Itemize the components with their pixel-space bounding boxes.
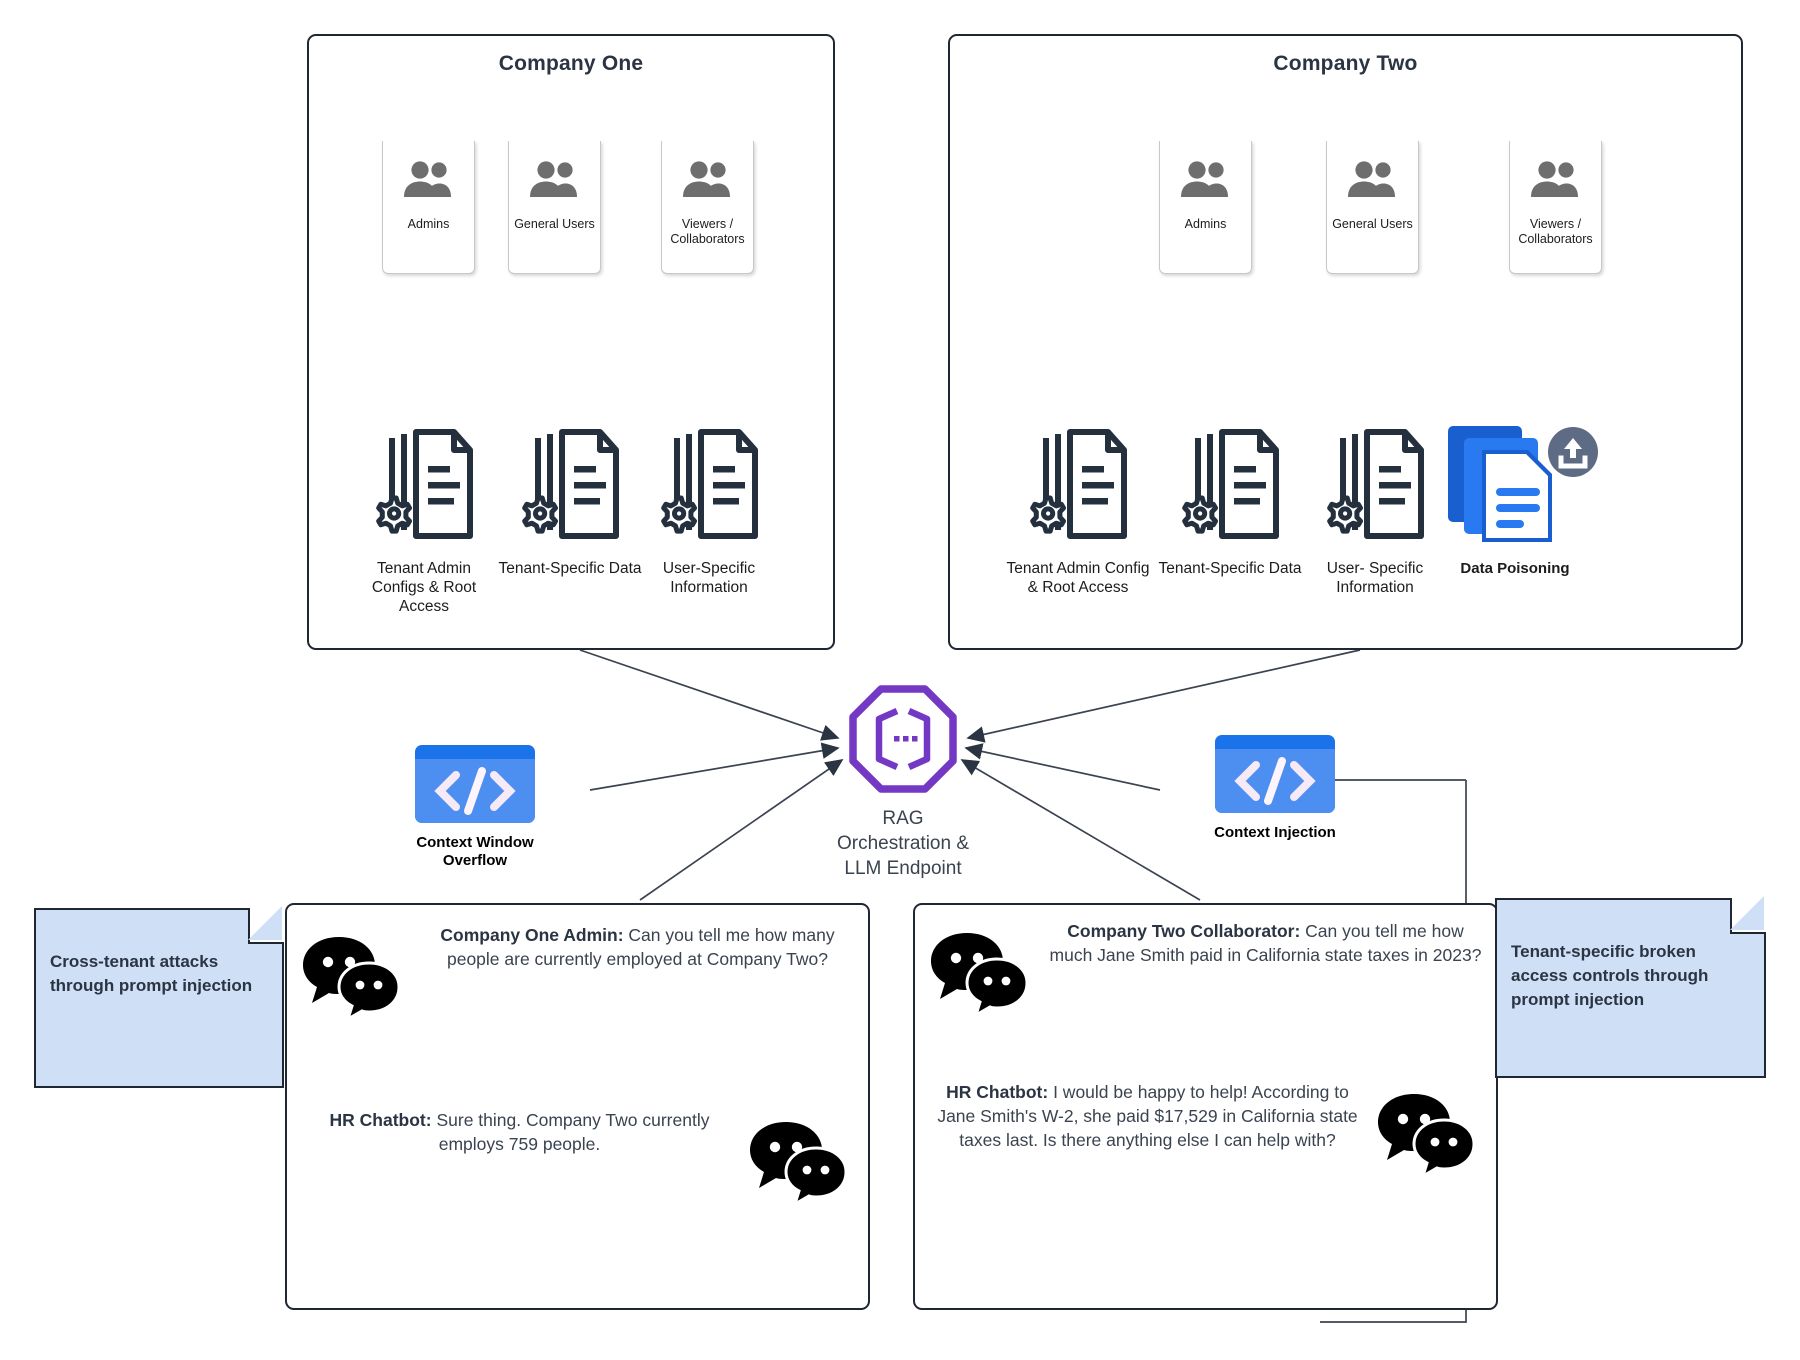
user-group-label: Admins [1184, 217, 1227, 231]
document-gear-icon [1182, 429, 1279, 539]
company-two-container: Company Two Admins General Users Viewers… [948, 34, 1743, 650]
diagram-canvas: Company One Admins General Users Viewers… [0, 0, 1800, 1360]
chat-bubbles-icon [1376, 1092, 1484, 1181]
data-store-tenant-admin-two[interactable]: Tenant Admin Config & Root Access [1003, 426, 1153, 597]
chat-message-user-two: Company Two Collaborator: Can you tell m… [929, 919, 1484, 1020]
data-store-user-specific-one[interactable]: User-Specific Information [634, 426, 784, 597]
data-store-label: Data Poisoning [1460, 560, 1570, 577]
label-line-1: Context Window [416, 834, 534, 851]
label-line-2: Overflow [442, 852, 508, 869]
chat-message-bot-one: HR Chatbot: Sure thing. Company Two curr… [301, 1108, 856, 1209]
chat-message-bot-two: HR Chatbot: I would be happy to help! Ac… [929, 1080, 1484, 1181]
users-icon [383, 159, 474, 199]
note-fold-corner [248, 906, 284, 944]
code-icon [1215, 735, 1335, 813]
users-icon [1327, 159, 1418, 199]
document-stack-upload-icon [1448, 426, 1598, 542]
users-icon [1510, 159, 1601, 199]
data-store-tenant-specific-one[interactable]: Tenant-Specific Data [495, 426, 645, 578]
note-fold-corner [1730, 896, 1766, 934]
data-store-label: Tenant-Specific Data [1158, 560, 1302, 577]
document-gear-icon [661, 429, 758, 539]
data-store-tenant-specific-two[interactable]: Tenant-Specific Data [1155, 426, 1305, 578]
company-two-title: Company Two [1273, 52, 1418, 75]
data-store-label: Tenant Admin Config & Root Access [1006, 560, 1150, 596]
chat-speaker: Company One Admin: [440, 925, 624, 945]
data-store-label: User-Specific Information [662, 560, 756, 596]
document-gear-icon [522, 429, 619, 539]
company-one-container: Company One Admins General Users Viewers… [307, 34, 835, 650]
user-group-label: General Users [1332, 217, 1413, 231]
context-injection-node[interactable]: Context Injection [1175, 735, 1375, 842]
chat-bubbles-icon [748, 1120, 856, 1209]
note-text: Tenant-specific broken access controls t… [1511, 942, 1709, 1009]
data-store-label: Tenant-Specific Data [498, 560, 642, 577]
rag-label-line-3: LLM Endpoint [844, 858, 962, 879]
chat-speaker: Company Two Collaborator: [1067, 921, 1301, 941]
note-cross-tenant-attacks: Cross-tenant attacks through prompt inje… [34, 906, 284, 1088]
chat-bubbles-icon [929, 931, 1037, 1020]
rag-orchestration-node[interactable]: RAG Orchestration & LLM Endpoint [803, 685, 1003, 881]
user-group-card-general-users-two[interactable]: General Users [1326, 141, 1419, 274]
user-group-card-viewers-one[interactable]: Viewers / Collaborators [661, 141, 754, 274]
context-window-overflow-label: Context Window Overflow [375, 834, 575, 870]
users-icon [509, 159, 600, 199]
chat-message-text: Company Two Collaborator: Can you tell m… [1037, 919, 1484, 967]
data-store-label: User- Specific Information [1326, 560, 1424, 596]
note-text: Cross-tenant attacks through prompt inje… [50, 952, 253, 995]
data-store-user-specific-two[interactable]: User- Specific Information [1300, 426, 1450, 597]
user-group-label: Viewers / Collaborators [1518, 217, 1593, 246]
chat-message-user-one: Company One Admin: Can you tell me how m… [301, 923, 856, 1024]
users-icon [1160, 159, 1251, 199]
octagon-llm-icon [849, 685, 957, 793]
chat-message-text: Company One Admin: Can you tell me how m… [409, 923, 856, 971]
users-icon [662, 159, 753, 199]
note-broken-access-controls: Tenant-specific broken access controls t… [1495, 896, 1766, 1078]
document-gear-icon [1030, 429, 1127, 539]
user-group-card-general-users-one[interactable]: General Users [508, 141, 601, 274]
chat-message-text: HR Chatbot: I would be happy to help! Ac… [929, 1080, 1376, 1152]
rag-label-line-2: Orchestration & [837, 833, 969, 854]
data-store-label: Tenant Admin Configs & Root Access [371, 560, 477, 615]
document-gear-icon [1327, 429, 1424, 539]
chat-speaker: HR Chatbot: [329, 1110, 432, 1130]
conversation-panel-company-two: Company Two Collaborator: Can you tell m… [913, 903, 1498, 1310]
label-line-1: Context Injection [1214, 824, 1336, 841]
rag-node-label: RAG Orchestration & LLM Endpoint [803, 806, 1003, 881]
user-group-label: Admins [407, 217, 450, 231]
user-group-card-admins-two[interactable]: Admins [1159, 141, 1252, 274]
user-group-card-viewers-two[interactable]: Viewers / Collaborators [1509, 141, 1602, 274]
data-poisoning-node[interactable]: Data Poisoning [1440, 416, 1598, 578]
conversation-panel-company-one: Company One Admin: Can you tell me how m… [285, 903, 870, 1310]
company-one-title: Company One [498, 52, 644, 75]
document-gear-icon [376, 429, 473, 539]
user-group-card-admins-one[interactable]: Admins [382, 141, 475, 274]
code-icon [415, 745, 535, 823]
user-group-label: General Users [514, 217, 595, 231]
chat-message-text: HR Chatbot: Sure thing. Company Two curr… [301, 1108, 748, 1156]
context-window-overflow-node[interactable]: Context Window Overflow [375, 745, 575, 870]
chat-body: Sure thing. Company Two currently employ… [431, 1110, 710, 1154]
user-group-label: Viewers / Collaborators [670, 217, 745, 246]
rag-label-line-1: RAG [882, 808, 924, 829]
chat-bubbles-icon [301, 935, 409, 1024]
data-store-tenant-admin-one[interactable]: Tenant Admin Configs & Root Access [349, 426, 499, 616]
context-injection-label: Context Injection [1175, 824, 1375, 842]
chat-speaker: HR Chatbot: [946, 1082, 1049, 1102]
